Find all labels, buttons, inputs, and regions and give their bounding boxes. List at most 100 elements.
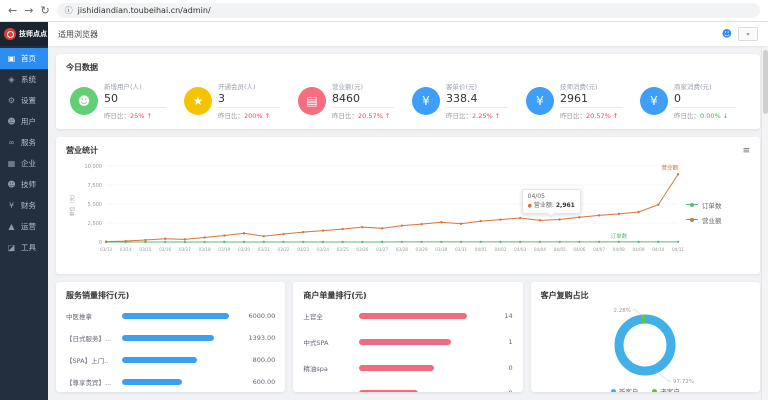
operations-icon: ▲	[7, 222, 16, 231]
bar-row: 精油spa0	[303, 363, 512, 373]
svg-text:04/09: 04/09	[633, 247, 645, 252]
page-title: 适用浏览器	[58, 29, 98, 40]
svg-text:03/20: 03/20	[238, 247, 250, 252]
browser-chrome: ← → ↻ ⓘ jishidiandian.toubeihai.cn/admin…	[0, 0, 768, 22]
bar	[359, 313, 466, 319]
finance-icon: ¥	[7, 201, 16, 210]
sidebar-item-label: 系统	[21, 74, 36, 85]
svg-text:04/04: 04/04	[534, 247, 546, 252]
svg-text:03/22: 03/22	[277, 247, 289, 252]
svg-text:03/19: 03/19	[218, 247, 230, 252]
site-info-icon[interactable]: ⓘ	[65, 5, 73, 16]
svg-text:2,500: 2,500	[88, 221, 102, 227]
stat-value: 50	[104, 91, 166, 108]
money-icon: ¥	[526, 87, 554, 115]
svg-text:10,000: 10,000	[85, 164, 103, 170]
chart-menu-icon[interactable]: ≡	[742, 146, 750, 156]
person-icon: ☻	[70, 87, 98, 115]
sidebar-item-settings[interactable]: ⚙ 设置	[0, 90, 48, 111]
svg-text:03/31: 03/31	[455, 247, 467, 252]
sidebar-item-system[interactable]: ◈ 系统	[0, 69, 48, 90]
browser-reload-button[interactable]: ↻	[40, 5, 49, 16]
stat-delta: 昨日比：20.57% ↑	[332, 110, 394, 120]
bar-value: 1393.00	[235, 334, 275, 342]
svg-text:97.72%: 97.72%	[673, 379, 694, 385]
svg-text:03/15: 03/15	[139, 247, 151, 252]
service-ranking-panel: 服务销量排行(元) 中医推拿6000.00【日式服务】...1393.00【SP…	[56, 282, 285, 392]
bar-value: 1	[473, 338, 513, 346]
stat-label: 客单价(元)	[446, 81, 508, 91]
bar-value: 6000.00	[235, 312, 275, 320]
bar-label: 精油spa	[303, 363, 353, 373]
donut-legend: 新客户 老客户	[611, 386, 680, 392]
stat-label: 开通会员(人)	[218, 81, 280, 91]
sidebar-item-tools[interactable]: ◪ 工具	[0, 237, 48, 258]
bar-value: 800.00	[235, 356, 275, 364]
donut-legend-item[interactable]: 新客户	[611, 386, 639, 392]
business-chart-title: 营业统计	[66, 145, 98, 156]
today-stats-card: 今日数据 ☻新增用户(人)50昨日比：25% ↑★开通会员(人)3昨日比：200…	[56, 54, 760, 129]
bar-label: 【尊享贵宾】...	[66, 377, 116, 387]
sidebar-item-label: 技师	[21, 179, 36, 190]
bar-label: 中医推拿	[66, 311, 116, 321]
system-icon: ◈	[7, 75, 16, 84]
svg-text:03/24: 03/24	[317, 247, 329, 252]
stat-label: 商家消费(元)	[674, 81, 736, 91]
svg-text:04/08: 04/08	[613, 247, 625, 252]
users-icon: ☻	[7, 117, 16, 126]
sidebar-item-label: 运营	[21, 221, 36, 232]
user-icon[interactable]: ☻	[722, 29, 732, 40]
avatar-dropdown[interactable]: ▾	[738, 27, 758, 41]
app-logo[interactable]: 技师点点	[0, 22, 48, 46]
stat-label: 营业额(元)	[332, 81, 394, 91]
bar-row: 中医推拿 6000.00	[66, 311, 275, 321]
url-text: jishidiandian.toubeihai.cn/admin/	[78, 6, 211, 15]
sidebar-item-services[interactable]: ∞服务	[0, 132, 48, 153]
svg-text:03/17: 03/17	[179, 247, 191, 252]
sidebar-item-technicians[interactable]: ☻技师	[0, 174, 48, 195]
svg-text:04/06: 04/06	[573, 247, 585, 252]
sidebar-item-label: 设置	[21, 95, 36, 106]
legend-marker-icon	[686, 203, 698, 207]
tools-icon: ◪	[7, 243, 16, 252]
svg-text:03/21: 03/21	[258, 247, 270, 252]
stat-value: 338.4	[446, 91, 508, 108]
revenue-icon: ▤	[298, 87, 326, 115]
legend-item[interactable]: 订单数	[686, 200, 748, 210]
sidebar-item-home[interactable]: ▣ 首页	[0, 48, 48, 69]
money-icon: ¥	[640, 87, 668, 115]
sidebar-item-users[interactable]: ☻用户	[0, 111, 48, 132]
app-header: 适用浏览器 ☻ ▾	[48, 22, 768, 46]
page-scrollbar[interactable]	[761, 22, 768, 400]
merchant-ranking-panel: 商户单量排行(元) 上官全14中式SPA1精油spa00	[293, 282, 522, 392]
legend-dot-icon	[652, 389, 657, 393]
scrollbar-thumb[interactable]	[763, 50, 768, 114]
donut-legend-item[interactable]: 老客户	[652, 386, 680, 392]
bar-row: 0	[303, 389, 512, 392]
stat-label: 技师消费(元)	[560, 81, 622, 91]
svg-text:03/26: 03/26	[356, 247, 368, 252]
legend-item[interactable]: 营业额	[686, 215, 748, 225]
bar	[359, 390, 418, 392]
logo-icon	[4, 28, 16, 40]
url-bar[interactable]: ⓘ jishidiandian.toubeihai.cn/admin/	[57, 3, 760, 18]
bar	[122, 357, 197, 363]
bar-row: 中式SPA1	[303, 337, 512, 347]
svg-text:2.28%: 2.28%	[614, 308, 631, 314]
sidebar-item-label: 工具	[21, 242, 36, 253]
svg-text:03/18: 03/18	[199, 247, 211, 252]
sidebar-item-enterprise[interactable]: ▦企业	[0, 153, 48, 174]
sidebar-item-label: 首页	[21, 53, 36, 64]
svg-text:03/14: 03/14	[120, 247, 132, 252]
stat-card: ¥技师消费(元)2961昨日比：20.57% ↑	[522, 80, 636, 121]
bar-value: 600.00	[235, 378, 275, 386]
stat-card: ¥商家消费(元)0昨日比：0.00% ↓	[636, 80, 750, 121]
svg-text:03/30: 03/30	[435, 247, 447, 252]
settings-icon: ⚙	[7, 96, 16, 105]
sidebar-item-operations[interactable]: ▲ 运营	[0, 216, 48, 237]
stat-delta: 昨日比：25% ↑	[104, 110, 166, 120]
browser-forward-button[interactable]: →	[24, 5, 33, 16]
browser-back-button[interactable]: ←	[8, 5, 17, 16]
home-icon: ▣	[7, 54, 16, 63]
sidebar-item-finance[interactable]: ¥财务	[0, 195, 48, 216]
